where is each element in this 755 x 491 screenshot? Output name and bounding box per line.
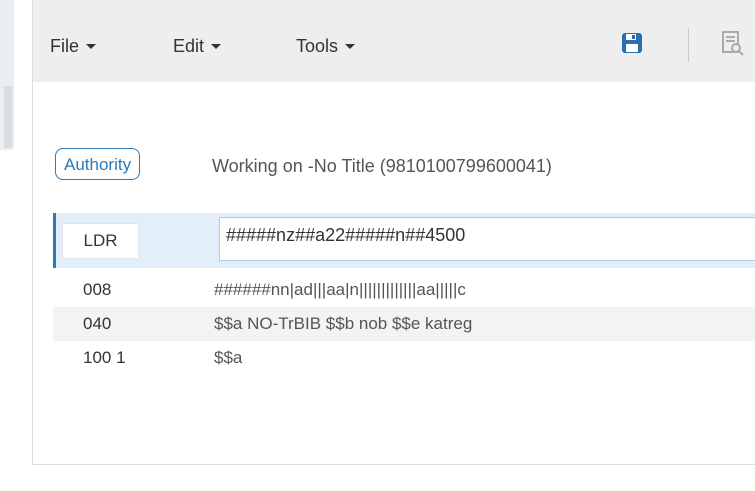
field-row-100[interactable]: 100 1 $$a: [53, 341, 755, 375]
tools-menu-label: Tools: [296, 36, 339, 56]
save-icon[interactable]: [621, 32, 643, 54]
record-preview-icon[interactable]: [722, 31, 744, 57]
working-on-title: Working on -No Title (9810100799600041): [212, 156, 552, 176]
field-tag[interactable]: 100 1: [83, 348, 126, 368]
toolbar-separator: [688, 28, 689, 62]
leader-row[interactable]: LDR #####nz##a22#####n##4500: [53, 213, 755, 268]
tools-menu[interactable]: Tools: [296, 36, 356, 57]
field-tag[interactable]: 040: [83, 314, 111, 334]
file-menu[interactable]: File: [50, 36, 97, 57]
field-value[interactable]: $$a: [214, 348, 242, 368]
record-type-badge[interactable]: Authority: [55, 148, 141, 180]
editor-toolbar: File Edit Tools: [33, 0, 755, 82]
gutter-handle[interactable]: [4, 86, 12, 148]
file-menu-label: File: [50, 36, 80, 56]
leader-tag[interactable]: LDR: [62, 223, 139, 259]
field-tag[interactable]: 008: [83, 280, 111, 300]
edit-menu-label: Edit: [173, 36, 205, 56]
field-row-040[interactable]: 040 $$a NO-TrBIB $$b nob $$e katreg: [53, 307, 755, 341]
chevron-down-icon: [86, 44, 97, 49]
chevron-down-icon: [211, 44, 222, 49]
field-value[interactable]: ######nn|ad|||aa|n|||||||||||||aa|||||c: [214, 280, 466, 300]
edit-menu[interactable]: Edit: [173, 36, 222, 57]
field-value[interactable]: $$a NO-TrBIB $$b nob $$e katreg: [214, 314, 472, 334]
field-row-008[interactable]: 008 ######nn|ad|||aa|n|||||||||||||aa|||…: [53, 273, 755, 307]
left-gutter: [0, 0, 14, 491]
leader-value-input[interactable]: #####nz##a22#####n##4500: [219, 217, 755, 261]
bottom-divider: [33, 464, 755, 465]
chevron-down-icon: [345, 44, 356, 49]
